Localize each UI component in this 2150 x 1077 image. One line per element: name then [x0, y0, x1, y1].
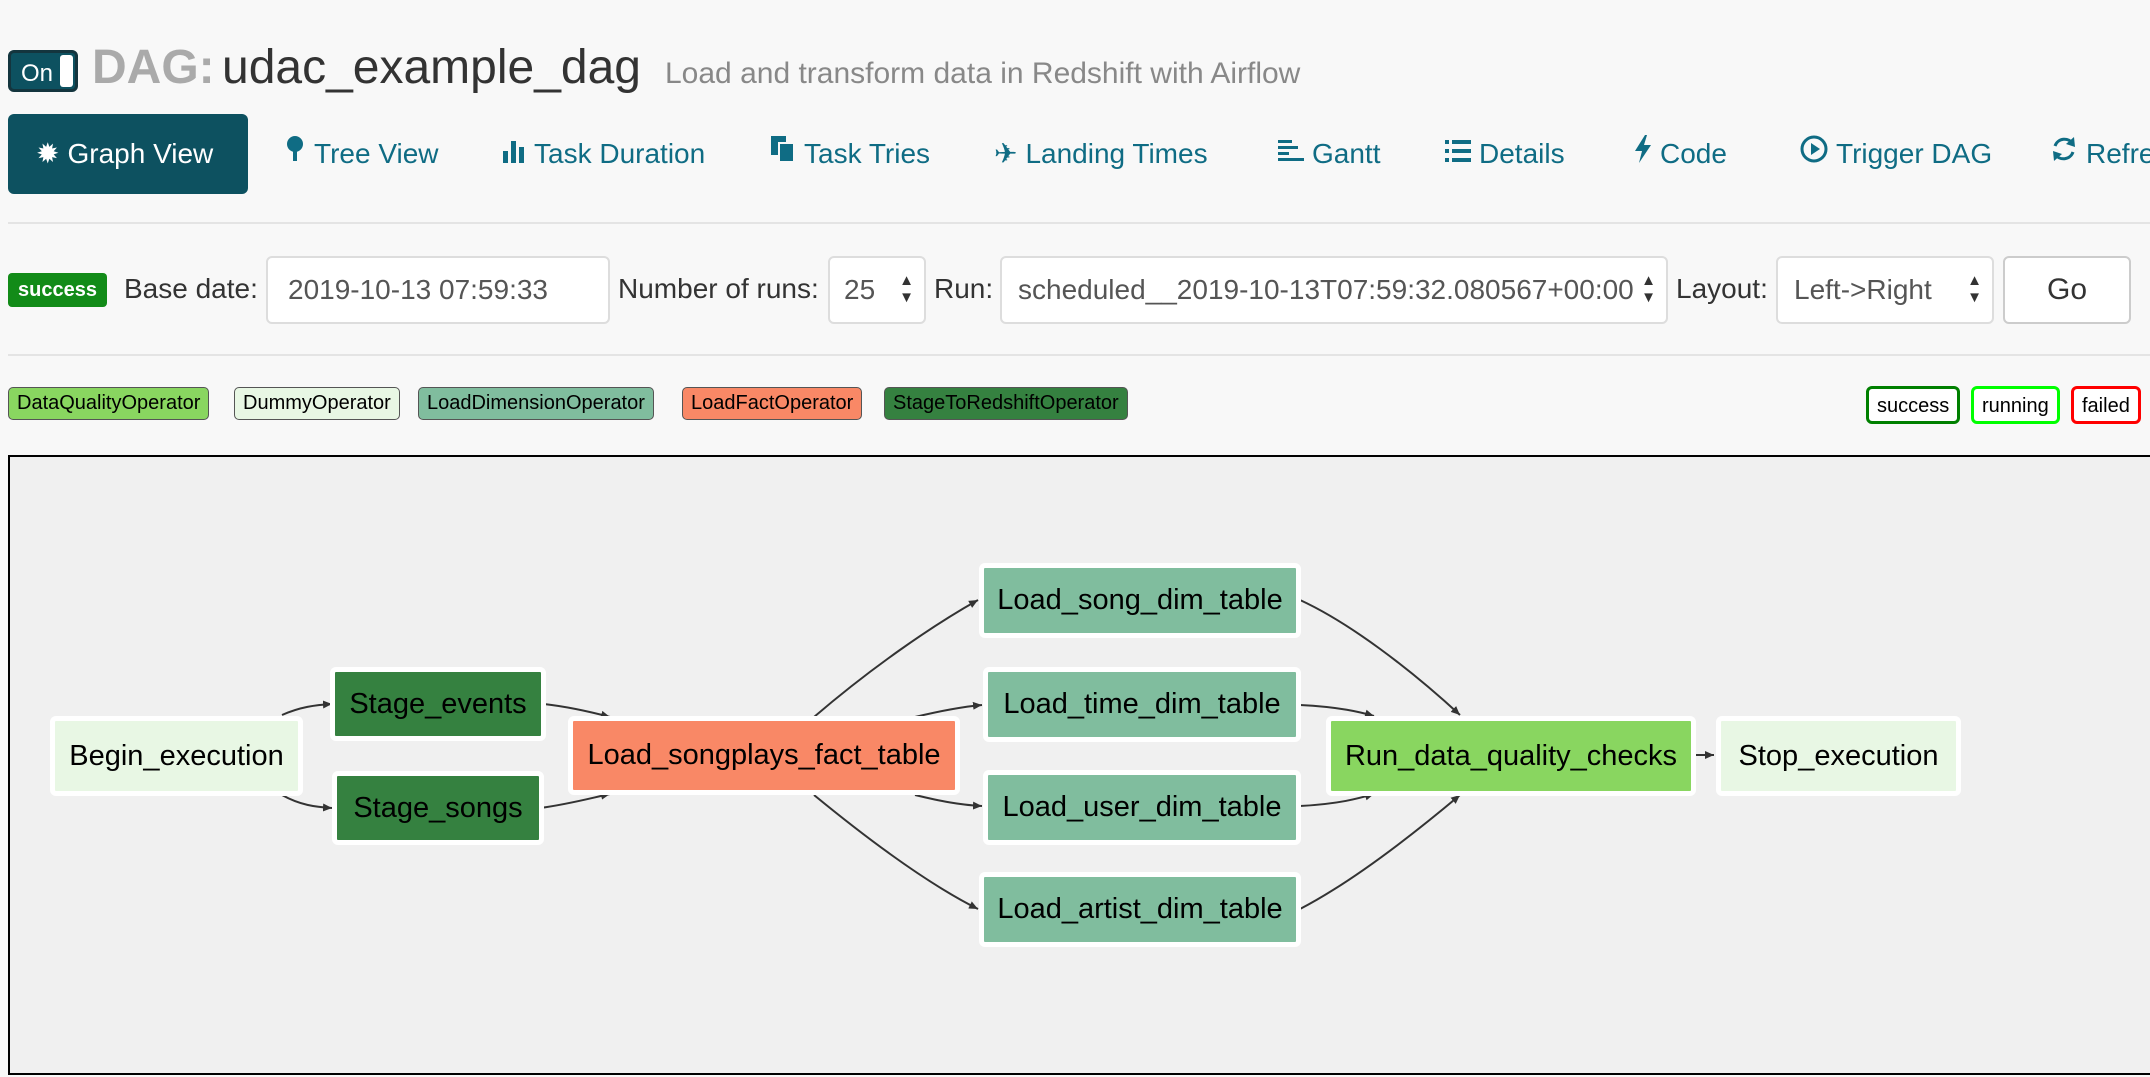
tab-details[interactable]: Details: [1445, 114, 1565, 194]
legend-state-running[interactable]: running: [1971, 386, 2060, 424]
go-button[interactable]: Go: [2003, 256, 2131, 324]
tab-label: Trigger DAG: [1836, 138, 1993, 169]
run-select[interactable]: scheduled__2019-10-13T07:59:32.080567+00…: [1000, 256, 1668, 324]
tab-label: Code: [1660, 138, 1727, 169]
node-load-song-dim-table[interactable]: Load_song_dim_table: [979, 563, 1301, 638]
num-runs-label: Number of runs:: [618, 273, 819, 304]
run-label: Run:: [934, 273, 994, 304]
tab-refresh[interactable]: Refre: [2050, 114, 2150, 194]
node-label: Stage_events: [349, 688, 527, 720]
dag-title: udac_example_dag: [222, 41, 641, 94]
flash-icon: [1634, 114, 1652, 194]
list-icon: [1445, 114, 1471, 194]
status-badge: success: [8, 273, 107, 307]
toggle-knob: [60, 55, 73, 87]
legend-stage-to-redshift-operator[interactable]: StageToRedshiftOperator: [884, 387, 1128, 420]
run-value: scheduled__2019-10-13T07:59:32.080567+00…: [1018, 274, 1634, 305]
node-label: Load_song_dim_table: [997, 584, 1283, 616]
play-circle-icon: [1800, 114, 1828, 194]
legend-state-failed[interactable]: failed: [2071, 386, 2141, 424]
tab-label: Task Duration: [534, 138, 706, 169]
node-load-artist-dim-table[interactable]: Load_artist_dim_table: [979, 872, 1301, 947]
layout-value: Left->Right: [1794, 274, 1932, 305]
node-label: Load_user_dim_table: [1002, 791, 1282, 823]
view-nav: ✹ Graph View Tree View Task Duration Task…: [8, 114, 2150, 194]
tab-code[interactable]: Code: [1634, 114, 1727, 194]
node-label: Load_time_dim_table: [1003, 688, 1281, 720]
toggle-label: On: [21, 60, 54, 87]
node-label: Begin_execution: [69, 740, 284, 772]
dag-graph[interactable]: Begin_execution Stage_events Stage_songs…: [8, 455, 2150, 1075]
legend-dummy-operator[interactable]: DummyOperator: [234, 387, 400, 420]
dag-toggle[interactable]: On: [8, 50, 78, 92]
tab-label: Tree View: [314, 138, 439, 169]
node-label: Stage_songs: [353, 792, 523, 824]
node-label: Stop_execution: [1738, 740, 1939, 772]
divider: [8, 354, 2150, 356]
node-begin-execution[interactable]: Begin_execution: [50, 716, 303, 796]
plane-icon: ✈: [994, 138, 1018, 169]
layout-select[interactable]: Left->Right ▲ ▼: [1776, 256, 1994, 324]
node-load-time-dim-table[interactable]: Load_time_dim_table: [983, 667, 1301, 742]
tab-task-tries[interactable]: Task Tries: [770, 114, 930, 194]
node-stage-events[interactable]: Stage_events: [330, 667, 546, 741]
node-label: Load_artist_dim_table: [997, 893, 1283, 925]
tab-trigger-dag[interactable]: Trigger DAG: [1800, 114, 1992, 194]
dag-prefix: DAG:: [92, 41, 215, 94]
tab-label: Landing Times: [1025, 138, 1208, 169]
tab-label: Gantt: [1312, 138, 1381, 169]
tab-task-duration[interactable]: Task Duration: [502, 114, 705, 194]
tab-label: Details: [1479, 138, 1565, 169]
tab-graph-view[interactable]: ✹ Graph View: [8, 114, 248, 194]
tab-label: Task Tries: [804, 138, 931, 169]
node-label: Run_data_quality_checks: [1344, 740, 1678, 772]
asterisk-icon: ✹: [36, 138, 60, 169]
node-stop-execution[interactable]: Stop_execution: [1716, 716, 1961, 796]
duplicate-icon: [770, 114, 796, 194]
tab-label: Graph View: [67, 138, 214, 169]
node-stage-songs[interactable]: Stage_songs: [332, 771, 544, 845]
base-date-label: Base date:: [124, 273, 258, 304]
dag-description: Load and transform data in Redshift with…: [665, 57, 1301, 90]
legend-load-dimension-operator[interactable]: LoadDimensionOperator: [418, 387, 654, 420]
tab-label: Refre: [2086, 138, 2150, 169]
tab-landing-times[interactable]: ✈ Landing Times: [994, 114, 1208, 194]
layout-label: Layout:: [1676, 273, 1768, 304]
refresh-icon: [2050, 114, 2078, 194]
node-load-songplays-fact-table[interactable]: Load_songplays_fact_table: [568, 716, 960, 795]
legend-data-quality-operator[interactable]: DataQualityOperator: [8, 387, 210, 420]
node-load-user-dim-table[interactable]: Load_user_dim_table: [983, 770, 1301, 845]
tree-icon: [284, 114, 306, 194]
node-label: Load_songplays_fact_table: [587, 739, 941, 771]
divider: [8, 222, 2150, 224]
select-arrows-icon: ▲ ▼: [899, 272, 914, 306]
align-left-icon: [1278, 114, 1304, 194]
legend-state-success[interactable]: success: [1866, 386, 1961, 424]
select-arrows-icon: ▲ ▼: [1967, 272, 1982, 306]
base-date-input[interactable]: 2019-10-13 07:59:33: [266, 256, 610, 324]
base-date-value: 2019-10-13 07:59:33: [288, 274, 548, 305]
num-runs-value: 25: [844, 274, 876, 305]
bar-chart-icon: [502, 114, 526, 194]
tab-tree-view[interactable]: Tree View: [284, 114, 439, 194]
select-arrows-icon: ▲ ▼: [1641, 272, 1656, 306]
tab-gantt[interactable]: Gantt: [1278, 114, 1380, 194]
node-run-data-quality-checks[interactable]: Run_data_quality_checks: [1326, 716, 1696, 796]
legend-load-fact-operator[interactable]: LoadFactOperator: [682, 387, 863, 420]
num-runs-select[interactable]: 25 ▲ ▼: [828, 256, 926, 324]
